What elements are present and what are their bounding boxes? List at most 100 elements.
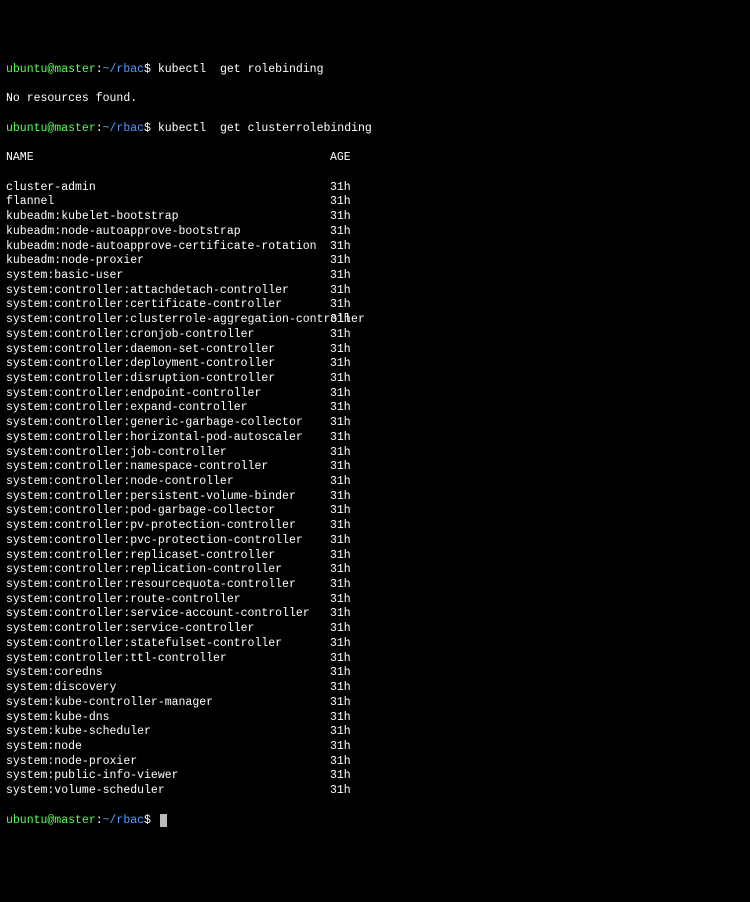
table-row: system:controller:ttl-controller31h [6,652,744,667]
row-name: system:controller:disruption-controller [6,372,330,387]
prompt-user-host: ubuntu@master [6,814,96,827]
row-name: system:controller:service-account-contro… [6,607,330,622]
table-row: system:controller:node-controller31h [6,475,744,490]
table-row: system:node31h [6,740,744,755]
row-name: system:volume-scheduler [6,784,330,799]
table-row: kubeadm:node-autoapprove-certificate-rot… [6,240,744,255]
row-age: 31h [330,313,351,328]
row-age: 31h [330,711,351,726]
row-name: system:controller:route-controller [6,593,330,608]
row-name: system:node-proxier [6,755,330,770]
table-row: system:coredns31h [6,666,744,681]
row-name: system:controller:endpoint-controller [6,387,330,402]
row-age: 31h [330,431,351,446]
header-name: NAME [6,151,330,166]
table-row: system:controller:replicaset-controller3… [6,549,744,564]
row-name: system:controller:pvc-protection-control… [6,534,330,549]
row-age: 31h [330,372,351,387]
row-name: system:controller:namespace-controller [6,460,330,475]
table-row: cluster-admin31h [6,181,744,196]
table-row: system:controller:pod-garbage-collector3… [6,504,744,519]
row-age: 31h [330,343,351,358]
row-age: 31h [330,387,351,402]
table-row: system:controller:generic-garbage-collec… [6,416,744,431]
row-age: 31h [330,460,351,475]
row-age: 31h [330,549,351,564]
row-name: system:controller:ttl-controller [6,652,330,667]
table-row: system:node-proxier31h [6,755,744,770]
row-age: 31h [330,195,351,210]
header-age: AGE [330,151,351,166]
table-row: system:controller:resourcequota-controll… [6,578,744,593]
row-age: 31h [330,578,351,593]
row-age: 31h [330,240,351,255]
table-row: system:controller:route-controller31h [6,593,744,608]
row-age: 31h [330,181,351,196]
row-age: 31h [330,740,351,755]
row-name: system:controller:pv-protection-controll… [6,519,330,534]
prompt-path: ~/rbac [103,122,144,135]
row-name: cluster-admin [6,181,330,196]
prompt-line-2[interactable]: ubuntu@master:~/rbac$ kubectl get cluste… [6,122,744,137]
prompt-user-host: ubuntu@master [6,63,96,76]
table-row: flannel31h [6,195,744,210]
prompt-user-host: ubuntu@master [6,122,96,135]
row-age: 31h [330,504,351,519]
row-age: 31h [330,357,351,372]
row-name: system:kube-dns [6,711,330,726]
prompt-path: ~/rbac [103,814,144,827]
row-name: system:controller:service-controller [6,622,330,637]
row-age: 31h [330,755,351,770]
prompt-line-3[interactable]: ubuntu@master:~/rbac$ [6,814,744,829]
table-row: system:controller:job-controller31h [6,446,744,461]
row-name: system:controller:deployment-controller [6,357,330,372]
row-age: 31h [330,666,351,681]
output-no-resources: No resources found. [6,92,744,107]
row-age: 31h [330,416,351,431]
prompt-line-1[interactable]: ubuntu@master:~/rbac$ kubectl get rolebi… [6,63,744,78]
table-row: system:controller:service-controller31h [6,622,744,637]
table-row: system:controller:statefulset-controller… [6,637,744,652]
row-name: system:controller:job-controller [6,446,330,461]
row-age: 31h [330,490,351,505]
row-name: system:controller:clusterrole-aggregatio… [6,313,330,328]
row-age: 31h [330,681,351,696]
table-row: system:kube-controller-manager31h [6,696,744,711]
row-name: system:kube-scheduler [6,725,330,740]
cursor-icon [160,814,167,827]
table-row: kubeadm:node-autoapprove-bootstrap31h [6,225,744,240]
row-name: system:controller:replication-controller [6,563,330,578]
row-age: 31h [330,269,351,284]
row-age: 31h [330,607,351,622]
command-2: kubectl get clusterrolebinding [158,122,372,135]
row-name: system:node [6,740,330,755]
prompt-dollar: $ [144,122,151,135]
command-1: kubectl get rolebinding [158,63,324,76]
row-age: 31h [330,784,351,799]
row-age: 31h [330,446,351,461]
row-name: system:controller:generic-garbage-collec… [6,416,330,431]
row-age: 31h [330,769,351,784]
row-name: system:controller:persistent-volume-bind… [6,490,330,505]
row-name: system:public-info-viewer [6,769,330,784]
table-row: system:controller:expand-controller31h [6,401,744,416]
table-body: cluster-admin31hflannel31hkubeadm:kubele… [6,181,744,799]
row-age: 31h [330,696,351,711]
table-row: system:controller:disruption-controller3… [6,372,744,387]
table-row: system:controller:attachdetach-controlle… [6,284,744,299]
row-name: system:controller:daemon-set-controller [6,343,330,358]
table-row: system:controller:pvc-protection-control… [6,534,744,549]
table-row: system:volume-scheduler31h [6,784,744,799]
row-name: kubeadm:node-proxier [6,254,330,269]
row-name: system:controller:pod-garbage-collector [6,504,330,519]
row-name: kubeadm:kubelet-bootstrap [6,210,330,225]
row-age: 31h [330,328,351,343]
row-age: 31h [330,475,351,490]
row-name: system:kube-controller-manager [6,696,330,711]
row-name: system:controller:cronjob-controller [6,328,330,343]
row-age: 31h [330,254,351,269]
row-age: 31h [330,519,351,534]
row-name: kubeadm:node-autoapprove-bootstrap [6,225,330,240]
row-name: system:basic-user [6,269,330,284]
prompt-path: ~/rbac [103,63,144,76]
